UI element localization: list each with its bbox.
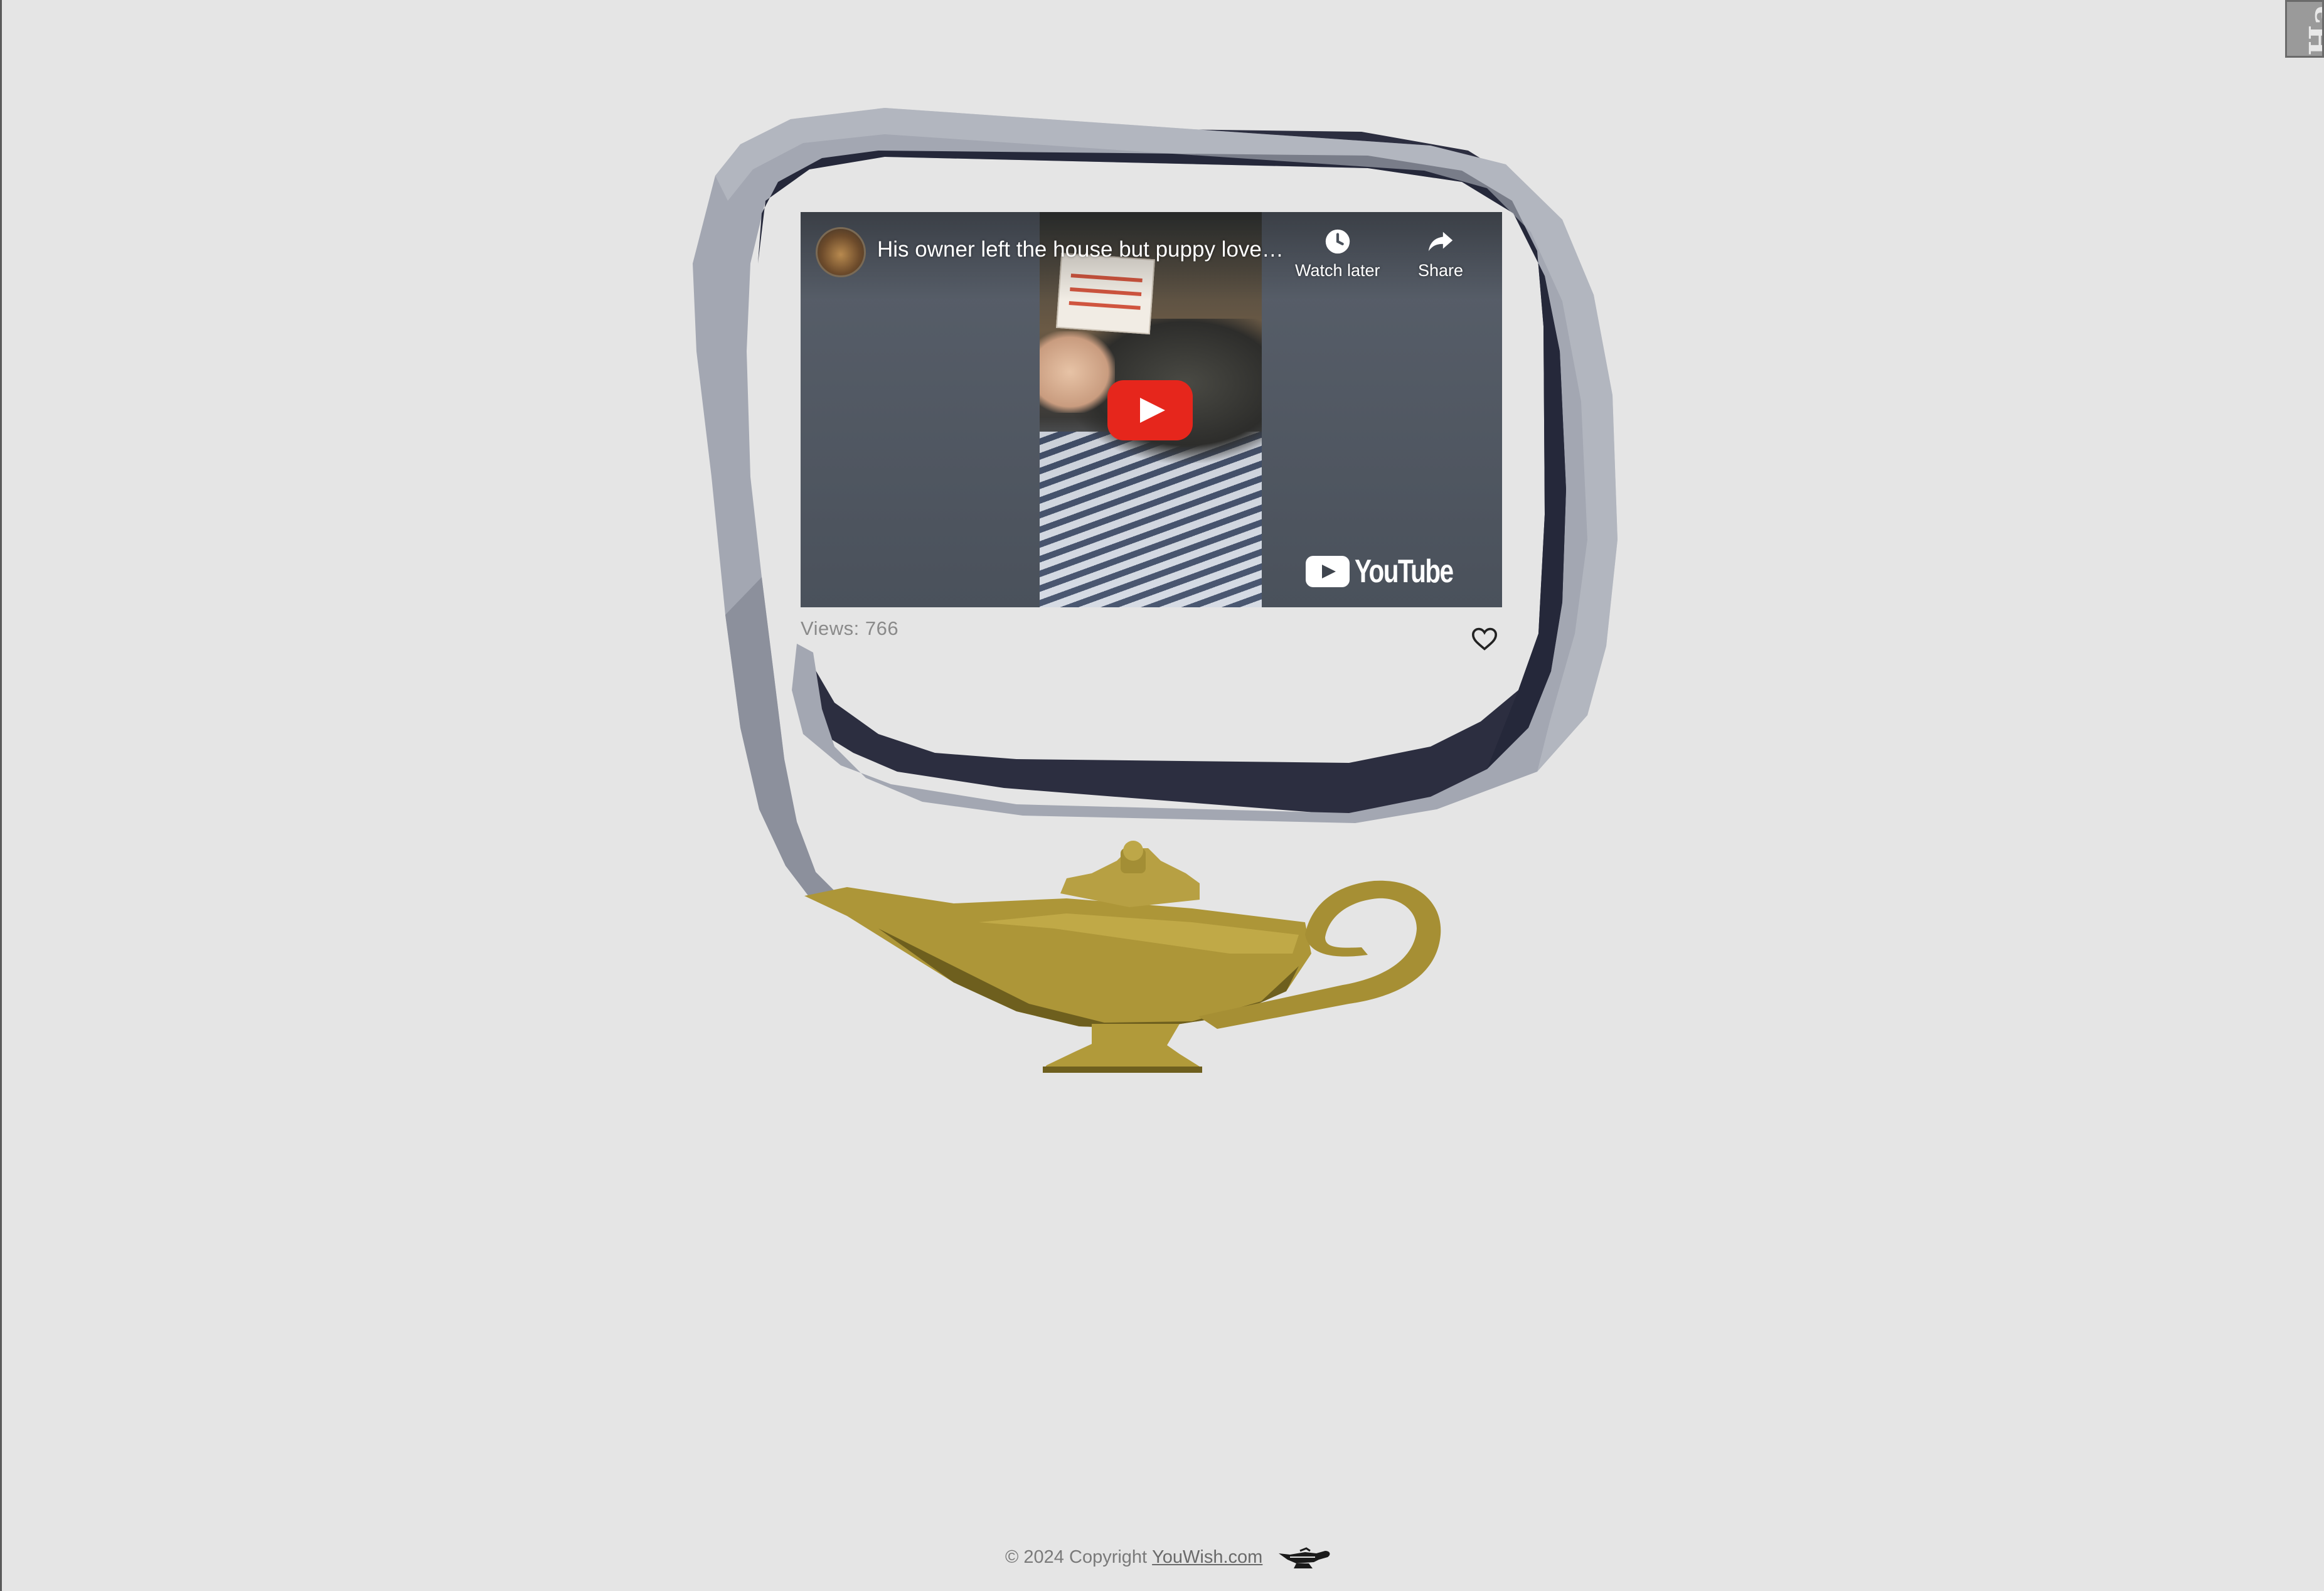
view-count: Views: 766 (801, 617, 899, 639)
heart-icon[interactable] (1471, 626, 1498, 651)
watch-later-label: Watch later (1295, 261, 1380, 280)
play-button[interactable] (1107, 380, 1193, 440)
watch-later-button[interactable]: Watch later (1295, 227, 1380, 280)
page: Ha His owner left the house but puppy lo… (0, 0, 2324, 1591)
share-button[interactable]: Share (1418, 227, 1463, 280)
genie-lamp (804, 841, 1441, 1073)
youtube-play-icon (1306, 556, 1350, 587)
youtube-logo[interactable]: YouTube (1306, 553, 1481, 590)
channel-avatar[interactable] (816, 227, 866, 277)
footer-site-link[interactable]: YouWish.com (1152, 1547, 1262, 1568)
clock-icon (1325, 229, 1350, 254)
share-arrow-icon (1428, 231, 1453, 252)
footer: © 2024 Copyright YouWish.com (1005, 1545, 1331, 1570)
video-title[interactable]: His owner left the house but puppy love… (877, 237, 1298, 262)
share-label: Share (1418, 261, 1464, 280)
genie-lamp-icon (1279, 1547, 1330, 1568)
video-player[interactable]: His owner left the house but puppy love…… (801, 212, 1502, 607)
youtube-wordmark: YouTube (1355, 553, 1454, 590)
footer-copyright: © 2024 Copyright (1005, 1546, 1148, 1567)
